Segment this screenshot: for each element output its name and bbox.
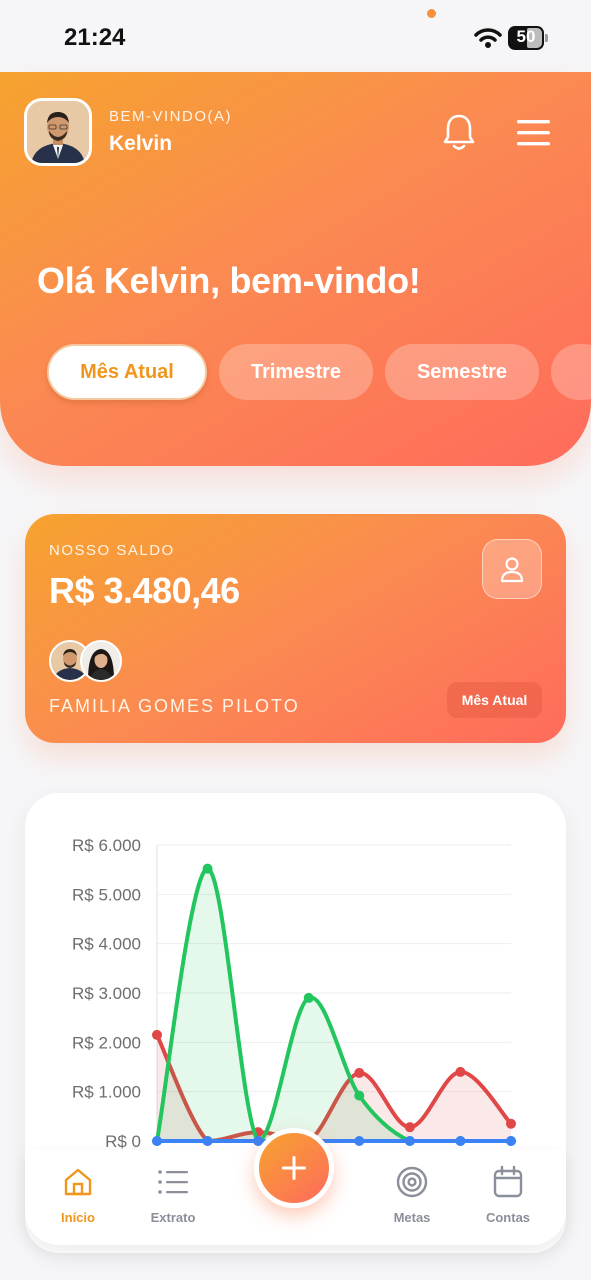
y-tick-label: R$ 0 xyxy=(105,1132,141,1151)
welcome-label: BEM-VINDO(A) xyxy=(109,108,232,125)
y-tick-label: R$ 3.000 xyxy=(72,984,141,1003)
y-tick-label: R$ 5.000 xyxy=(72,885,141,904)
battery-level: 50 xyxy=(516,27,536,46)
tab-semestre[interactable]: Semestre xyxy=(385,344,539,400)
family-name: FAMILIA GOMES PILOTO xyxy=(49,696,300,716)
data-point xyxy=(455,1066,466,1077)
nav-inicio[interactable]: Início xyxy=(33,1162,123,1234)
greeting-title: Olá Kelvin, bem-vindo! xyxy=(37,260,421,301)
period-badge: Mês Atual xyxy=(447,682,542,718)
y-tick-label: R$ 6.000 xyxy=(72,836,141,855)
tab-overflow[interactable] xyxy=(551,344,591,400)
nav-label: Metas xyxy=(393,1210,431,1225)
balance-value: R$ 3.480,46 xyxy=(49,570,240,611)
header-hero: BEM-VINDO(A) Kelvin Olá Kelvin, bem-vind… xyxy=(0,72,591,466)
user-avatar[interactable] xyxy=(24,98,92,166)
y-tick-label: R$ 2.000 xyxy=(72,1033,141,1052)
data-point xyxy=(152,1029,162,1040)
data-point xyxy=(202,863,213,874)
balance-label: NOSSO SALDO xyxy=(49,542,175,559)
status-bar: 21:24 50 xyxy=(0,0,591,72)
data-point xyxy=(354,1067,365,1078)
nav-contas[interactable]: Contas xyxy=(463,1162,553,1234)
battery-icon: 50 xyxy=(508,26,548,50)
member-avatar xyxy=(80,640,122,682)
nav-extrato[interactable]: Extrato xyxy=(128,1162,218,1234)
user-name: Kelvin xyxy=(109,132,173,155)
nav-metas[interactable]: Metas xyxy=(367,1162,457,1234)
data-point xyxy=(303,992,314,1003)
list-icon xyxy=(158,1170,188,1194)
plus-icon xyxy=(282,1156,306,1180)
data-point xyxy=(354,1090,365,1101)
balance-card[interactable]: NOSSO SALDO R$ 3.480,46 FAMILIA GOMES PI… xyxy=(25,514,566,743)
status-time: 21:24 xyxy=(64,24,126,51)
data-point xyxy=(506,1136,516,1146)
target-icon xyxy=(396,1166,428,1198)
data-point xyxy=(404,1122,415,1133)
recording-indicator xyxy=(427,9,436,18)
data-point xyxy=(404,1136,415,1146)
wifi-icon xyxy=(474,28,502,48)
nav-label: Início xyxy=(61,1210,95,1225)
bell-icon[interactable] xyxy=(440,112,478,152)
profile-button[interactable] xyxy=(482,539,542,599)
data-point xyxy=(506,1118,516,1129)
calendar-icon xyxy=(493,1165,523,1198)
hamburger-menu-icon[interactable] xyxy=(516,119,552,147)
y-tick-label: R$ 1.000 xyxy=(72,1083,141,1102)
data-point xyxy=(354,1136,365,1146)
nav-label: Contas xyxy=(485,1210,531,1225)
tab-trimestre[interactable]: Trimestre xyxy=(219,344,373,400)
period-tabs: Mês Atual Trimestre Semestre xyxy=(47,344,591,400)
y-tick-label: R$ 4.000 xyxy=(72,935,141,954)
add-transaction-button[interactable] xyxy=(254,1128,334,1208)
home-icon xyxy=(64,1168,92,1196)
data-point xyxy=(455,1136,466,1146)
tab-mes-atual[interactable]: Mês Atual xyxy=(47,344,207,400)
user-icon xyxy=(500,557,524,583)
nav-label: Extrato xyxy=(150,1210,196,1225)
data-point xyxy=(152,1136,162,1146)
data-point xyxy=(202,1136,213,1146)
user-avatar-image xyxy=(27,101,89,163)
